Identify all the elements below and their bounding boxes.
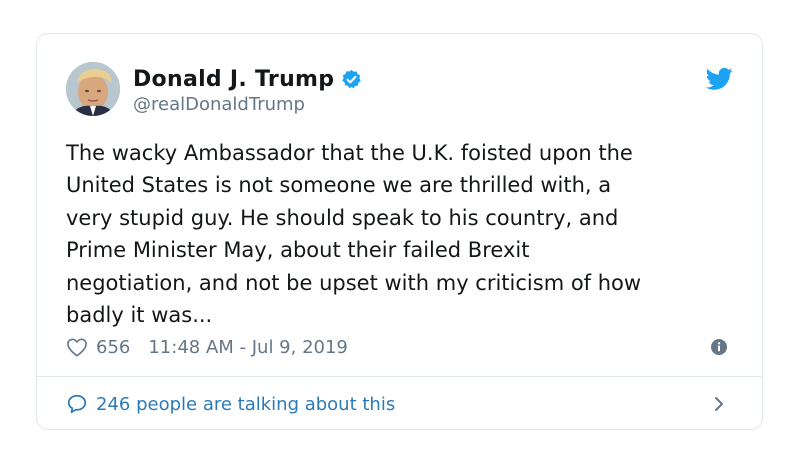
tweet-meta: 656 11:48 AM - Jul 9, 2019 (66, 334, 733, 360)
info-icon[interactable] (711, 339, 727, 355)
talking-count-label[interactable]: 246 people are talking about this (96, 394, 395, 415)
user-names: Donald J. Trump @realDonaldTrump (133, 64, 362, 115)
verified-badge-icon (341, 69, 362, 90)
user-handle[interactable]: @realDonaldTrump (133, 94, 362, 115)
heart-icon[interactable] (66, 337, 88, 357)
twitter-bird-icon[interactable] (705, 67, 733, 91)
tweet-card[interactable]: Donald J. Trump @realDonaldTrump The wac… (36, 33, 763, 430)
tweet-header: Donald J. Trump @realDonaldTrump (66, 62, 733, 118)
speech-bubble-icon (66, 393, 88, 415)
conversation-link[interactable]: 246 people are talking about this (66, 377, 733, 431)
chevron-right-icon[interactable] (713, 395, 725, 413)
display-name[interactable]: Donald J. Trump (133, 67, 334, 92)
like-count[interactable]: 656 (96, 337, 130, 358)
avatar[interactable] (66, 62, 120, 116)
tweet-text: The wacky Ambassador that the U.K. foist… (66, 141, 642, 328)
tweet-timestamp[interactable]: 11:48 AM - Jul 9, 2019 (148, 337, 348, 358)
display-name-row: Donald J. Trump (133, 64, 362, 94)
